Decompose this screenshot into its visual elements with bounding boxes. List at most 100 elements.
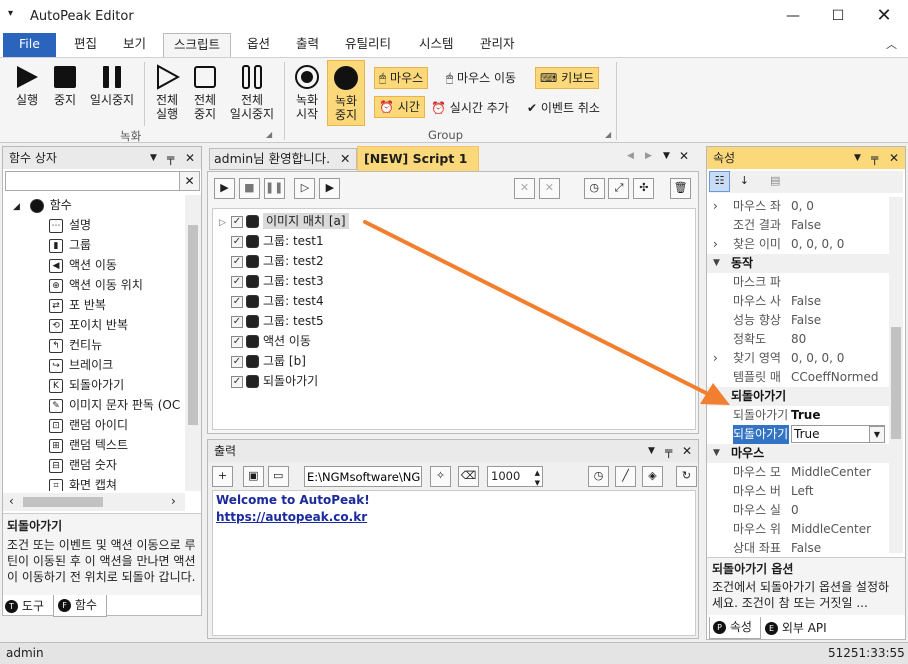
mouse-move-toggle[interactable]: 🖱 마우스 이동 <box>446 69 516 86</box>
tab-external-api[interactable]: E 외부 API <box>765 619 845 637</box>
property-row[interactable]: › 마우스 좌 0, 0 <box>707 197 889 216</box>
tab-options[interactable]: 옵션 <box>237 33 280 57</box>
function-item[interactable]: ✎ 이미지 문자 판독 (OC <box>3 395 183 415</box>
tab-tools[interactable]: T 도구 <box>5 597 53 615</box>
function-item[interactable]: ⌗ 화면 캡쳐 <box>3 475 183 491</box>
expand-icon[interactable]: ⤢ <box>608 178 630 199</box>
record-start-button[interactable]: 녹화 시작 <box>290 64 324 121</box>
tab-edit[interactable]: 편집 <box>64 33 107 57</box>
tab-output[interactable]: 출력 <box>286 33 329 57</box>
run-all-button[interactable]: 전체 실행 <box>150 64 184 121</box>
row-checkbox[interactable]: ✓ <box>231 215 243 228</box>
categorized-icon[interactable]: ☷ <box>709 171 730 192</box>
add-file-icon[interactable]: + <box>212 466 233 487</box>
close-editor-icon[interactable]: ✕ <box>679 149 689 163</box>
expand-icon[interactable]: ▷ <box>219 213 231 233</box>
hscroll-thumb[interactable] <box>23 497 103 507</box>
tab-view[interactable]: 보기 <box>113 33 156 57</box>
expand-icon[interactable]: › <box>713 197 718 216</box>
row-checkbox[interactable]: ✓ <box>231 235 243 248</box>
close-pane-icon[interactable]: ✕ <box>682 440 692 462</box>
function-item[interactable]: ↪ 브레이크 <box>3 355 183 375</box>
property-category[interactable]: ▼ 마우스 <box>707 444 889 463</box>
property-row[interactable]: 템플릿 매 CCoeffNormed <box>707 368 889 387</box>
stop-all-button[interactable]: 전체 중지 <box>188 64 222 121</box>
property-row[interactable]: 되돌아가기 True ▼ <box>707 425 889 444</box>
function-tree-scrollbar[interactable] <box>185 195 201 491</box>
property-pages-icon[interactable]: ▤ <box>765 172 786 193</box>
scroll-right-icon[interactable]: › <box>171 494 176 508</box>
property-row[interactable]: 마우스 사 False <box>707 292 889 311</box>
property-row[interactable]: 정확도 80 <box>707 330 889 349</box>
tab-scroll-left-icon[interactable]: ◀ <box>627 151 634 161</box>
row-checkbox[interactable]: ✓ <box>231 275 243 288</box>
pause-all-button[interactable]: 전체 일시중지 <box>226 64 278 121</box>
property-row[interactable]: › 찾기 영역 0, 0, 0, 0 <box>707 349 889 368</box>
function-search-input[interactable] <box>5 171 181 191</box>
script-row[interactable]: ✓ 그룹: test1 <box>217 231 691 251</box>
script-row[interactable]: ▷ ✓ 이미지 매치 [a] <box>217 211 691 231</box>
tab-script[interactable]: [NEW] Script 1 <box>357 146 479 171</box>
property-row[interactable]: 마우스 위 MiddleCenter <box>707 520 889 539</box>
property-category[interactable]: ▼ 되돌아가기 <box>707 387 889 406</box>
refresh-icon[interactable]: ↻ <box>676 466 697 487</box>
collapse-icon[interactable]: ▼ <box>713 254 720 273</box>
script-row[interactable]: ✓ 액션 이동 <box>217 331 691 351</box>
pause-button[interactable]: 일시중지 <box>86 64 138 107</box>
group-expand-icon[interactable]: ◢ <box>266 130 272 139</box>
clock-icon[interactable]: ◷ <box>588 466 609 487</box>
property-category[interactable]: ▼ 동작 <box>707 254 889 273</box>
group-expand-icon[interactable]: ◢ <box>605 130 611 139</box>
property-row[interactable]: 마우스 모 MiddleCenter <box>707 463 889 482</box>
function-tree-hscrollbar[interactable]: ‹ › <box>3 493 185 511</box>
pin-icon[interactable]: ╤ <box>871 147 878 169</box>
maximize-button[interactable]: ☐ <box>815 0 861 32</box>
function-item[interactable]: ↰ 컨티뉴 <box>3 335 183 355</box>
system-menu-icon[interactable]: ▾ <box>8 8 13 19</box>
step-into-icon[interactable]: ▶ <box>319 178 341 199</box>
row-checkbox[interactable]: ✓ <box>231 335 243 348</box>
collapse-icon[interactable]: ▼ <box>713 387 720 406</box>
tab-admin[interactable]: 관리자 <box>470 33 525 57</box>
function-item[interactable]: ⊕ 액션 이동 위치 <box>3 275 183 295</box>
clear-search-button[interactable]: ✕ <box>179 171 200 191</box>
function-item[interactable]: ⇄ 포 반복 <box>3 295 183 315</box>
keyboard-toggle[interactable]: ⌨ 키보드 <box>535 67 600 89</box>
close-button[interactable]: ✕ <box>861 0 907 32</box>
tab-list-icon[interactable]: ▼ <box>663 151 670 161</box>
function-item[interactable]: ◀ 액션 이동 <box>3 255 183 275</box>
script-row[interactable]: ✓ 되돌아가기 <box>217 371 691 391</box>
stop-icon[interactable]: ■ <box>238 178 260 199</box>
property-row[interactable]: 마우스 버 Left <box>707 482 889 501</box>
function-item[interactable]: ⋯ 설명 <box>3 215 183 235</box>
close-tab-icon[interactable]: ✕ <box>340 149 350 169</box>
row-checkbox[interactable]: ✓ <box>231 295 243 308</box>
script-row[interactable]: ✓ 그룹: test3 <box>217 271 691 291</box>
save-icon[interactable]: ▣ <box>242 466 264 487</box>
property-scrollbar[interactable] <box>889 197 903 553</box>
tab-functions[interactable]: F 함수 <box>53 595 107 617</box>
function-item[interactable]: ⟲ 포이치 반복 <box>3 315 183 335</box>
step-icon[interactable]: ▷ <box>294 178 316 199</box>
script-row[interactable]: ✓ 그룹: test5 <box>217 311 691 331</box>
sort-alpha-icon[interactable]: ↓ <box>734 172 755 193</box>
pin-icon[interactable]: ╤ <box>167 147 174 169</box>
delete-all-icon[interactable]: ✕ <box>538 178 560 199</box>
event-cancel-button[interactable]: ✔ 이벤트 취소 <box>527 99 600 116</box>
scroll-thumb[interactable] <box>188 225 198 425</box>
function-item[interactable]: ⊡ 랜덤 아이디 <box>3 415 183 435</box>
output-count-stepper[interactable]: 1000 ▲ ▼ <box>487 466 543 487</box>
function-item[interactable]: ⊟ 랜덤 숫자 <box>3 455 183 475</box>
property-row[interactable]: 마스크 파 <box>707 273 889 292</box>
expand-icon[interactable]: › <box>713 235 718 254</box>
realtime-add-button[interactable]: ⏰ 실시간 추가 <box>431 99 509 116</box>
tab-file[interactable]: File <box>3 33 56 57</box>
clock-icon[interactable]: ◷ <box>583 178 605 199</box>
function-item[interactable]: K 되돌아가기 <box>3 375 183 395</box>
script-row[interactable]: ✓ 그룹: test4 <box>217 291 691 311</box>
property-row[interactable]: 되돌아가기 True <box>707 406 889 425</box>
close-pane-icon[interactable]: ✕ <box>185 147 195 169</box>
tree-root[interactable]: ◢ 함수 <box>3 195 183 215</box>
expand-icon[interactable]: › <box>713 349 718 368</box>
record-stop-button[interactable]: 녹화 중지 <box>327 60 365 126</box>
